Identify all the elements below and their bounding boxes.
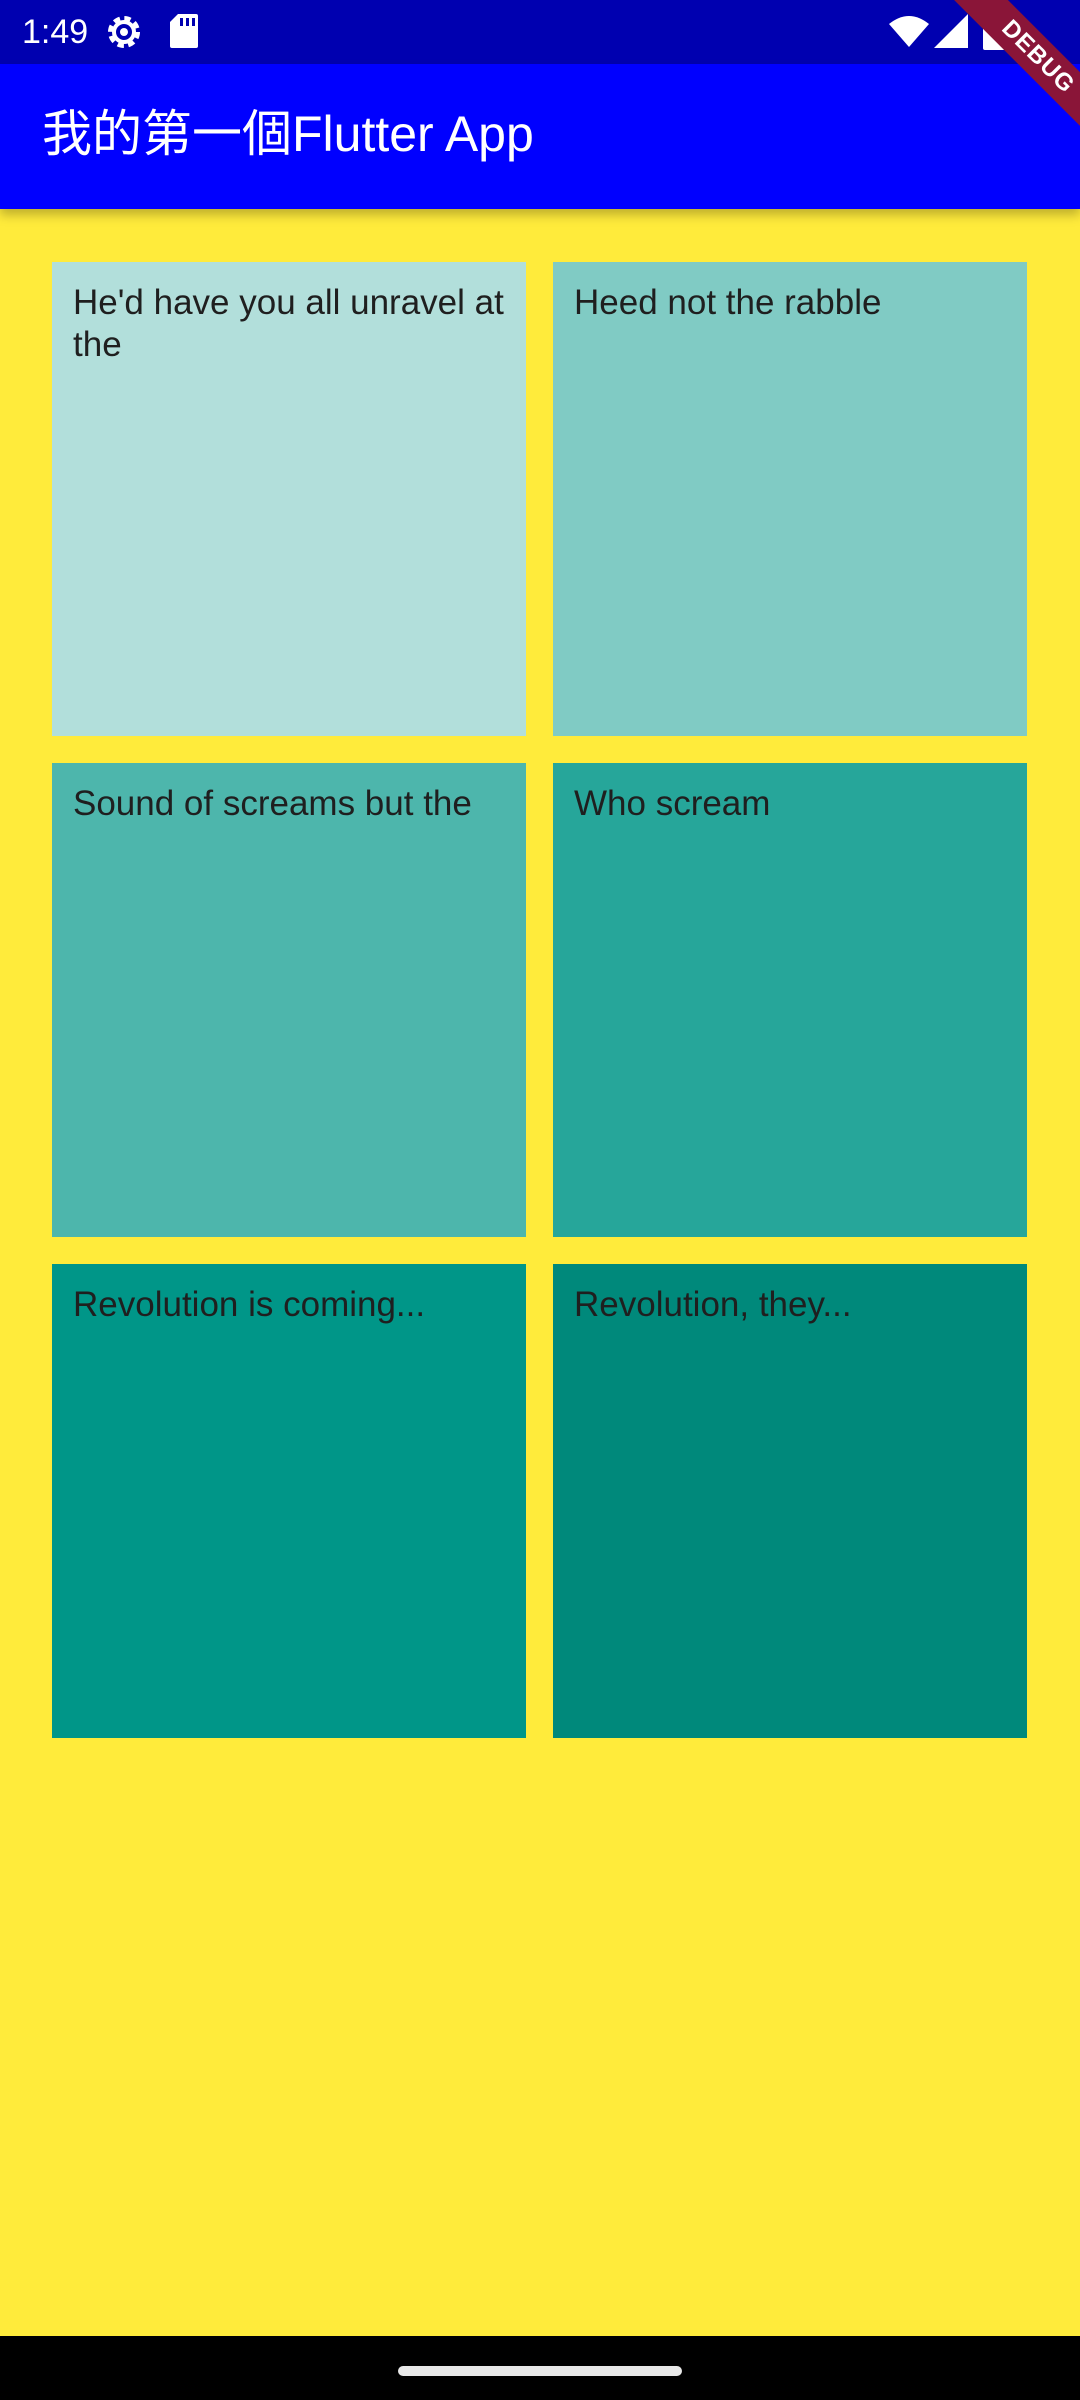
grid-tile: He'd have you all unravel at the: [52, 262, 526, 736]
signal-icon: [934, 12, 970, 54]
status-bar: 1:49: [0, 0, 1080, 64]
app-title: 我的第一個Flutter App: [42, 104, 534, 164]
grid-tile: Heed not the rabble: [553, 262, 1027, 736]
grid-tile: Revolution is coming...: [52, 1264, 526, 1738]
status-time: 1:49: [22, 13, 89, 51]
app-bar: 我的第一個Flutter App: [0, 64, 1080, 209]
tile-text: Who scream: [574, 784, 771, 823]
navigation-bar: [0, 2336, 1080, 2400]
gear-icon: [104, 12, 144, 56]
tile-text: Revolution is coming...: [73, 1285, 426, 1324]
tile-text: Sound of screams but the: [73, 784, 472, 823]
wifi-icon: [888, 14, 930, 52]
tile-text: Heed not the rabble: [574, 283, 882, 322]
app-title-cjk: 我的第一個: [42, 105, 292, 163]
home-handle[interactable]: [398, 2366, 682, 2376]
grid-tile: Revolution, they...: [553, 1264, 1027, 1738]
grid-tile: Who scream: [553, 763, 1027, 1237]
battery-icon: [982, 12, 1006, 54]
tile-text: Revolution, they...: [574, 1285, 852, 1324]
sd-card-icon: [168, 12, 200, 54]
tile-text: He'd have you all unravel at the: [73, 283, 504, 364]
grid-tile: Sound of screams but the: [52, 763, 526, 1237]
app-title-latin: Flutter App: [292, 106, 534, 162]
